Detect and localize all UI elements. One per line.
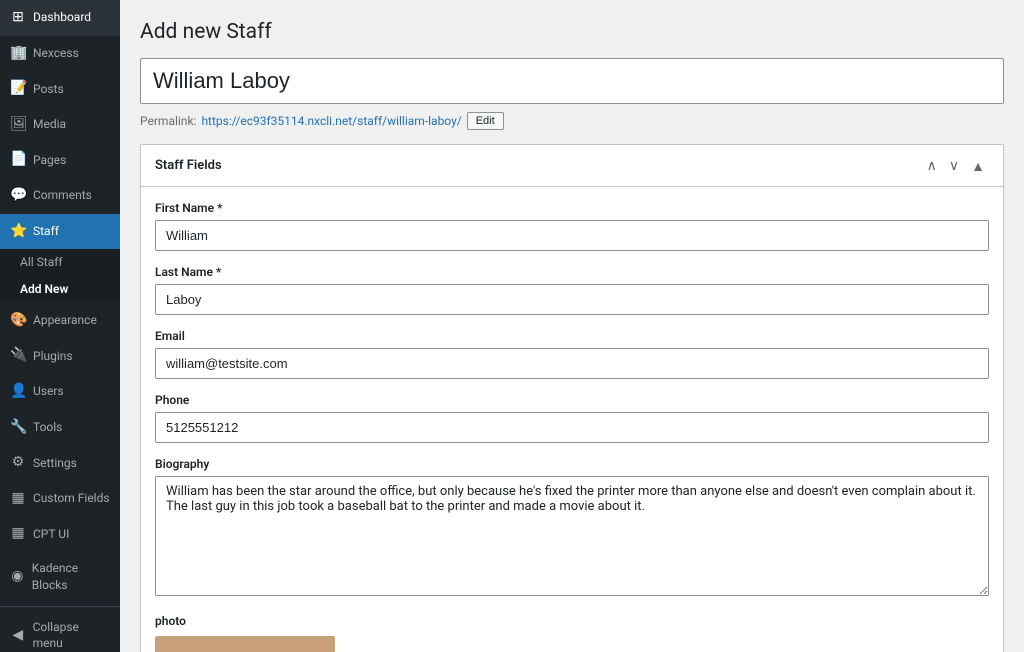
metabox-expand-button[interactable]: ▲ <box>967 156 989 176</box>
sidebar-item-label: Kadence Blocks <box>32 560 110 594</box>
metabox-body: First Name * Last Name * Email Phone <box>141 187 1003 652</box>
phone-input[interactable] <box>155 412 989 443</box>
permalink-row: Permalink: https://ec93f35114.nxcli.net/… <box>140 112 1004 130</box>
nexcess-icon: 🏢 <box>10 44 26 64</box>
sidebar-item-plugins[interactable]: 🔌 Plugins <box>0 338 120 374</box>
photo-preview[interactable] <box>155 636 335 652</box>
sidebar-item-label: Collapse menu <box>33 619 110 652</box>
email-field: Email <box>155 329 989 379</box>
sidebar-item-tools[interactable]: 🔧 Tools <box>0 410 120 446</box>
custom-fields-icon: ▦ <box>10 489 26 509</box>
staff-submenu: All Staff Add New <box>0 249 120 303</box>
last-name-label: Last Name * <box>155 265 989 279</box>
sidebar-item-label: Dashboard <box>33 9 91 26</box>
phone-label: Phone <box>155 393 989 407</box>
metabox-collapse-up-button[interactable]: ∧ <box>923 155 941 176</box>
sidebar-divider <box>0 606 120 607</box>
first-name-label: First Name * <box>155 201 989 215</box>
last-name-field: Last Name * <box>155 265 989 315</box>
photo-label: photo <box>155 614 989 628</box>
sidebar-item-settings[interactable]: ⚙ Settings <box>0 445 120 481</box>
sidebar-item-label: Tools <box>33 419 62 436</box>
first-name-input[interactable] <box>155 220 989 251</box>
metabox-controls: ∧ ∨ ▲ <box>923 155 989 176</box>
email-label: Email <box>155 329 989 343</box>
sidebar-item-label: Media <box>33 116 66 133</box>
plugins-icon: 🔌 <box>10 346 26 366</box>
photo-section: photo <box>155 614 989 652</box>
pages-icon: 📄 <box>10 150 26 170</box>
sidebar-item-comments[interactable]: 💬 Comments <box>0 178 120 214</box>
add-new-label: Add New <box>20 281 68 298</box>
metabox-collapse-down-button[interactable]: ∨ <box>945 155 963 176</box>
sidebar-item-label: Settings <box>33 455 77 472</box>
posts-icon: 📝 <box>10 79 26 99</box>
users-icon: 👤 <box>10 382 26 402</box>
sidebar: ⊞ Dashboard 🏢 Nexcess 📝 Posts 🖼 Media 📄 … <box>0 0 120 652</box>
sidebar-item-users[interactable]: 👤 Users <box>0 374 120 410</box>
sidebar-item-kadence-blocks[interactable]: ◉ Kadence Blocks <box>0 552 120 602</box>
tools-icon: 🔧 <box>10 418 26 438</box>
sidebar-item-label: Staff <box>33 223 59 240</box>
dashboard-icon: ⊞ <box>10 8 26 28</box>
permalink-link[interactable]: https://ec93f35114.nxcli.net/staff/willi… <box>201 114 461 128</box>
biography-label: Biography <box>155 457 989 471</box>
kadence-blocks-icon: ◉ <box>10 567 25 587</box>
biography-textarea[interactable]: William has been the star around the off… <box>155 476 989 596</box>
sidebar-item-label: Appearance <box>33 312 97 329</box>
sidebar-item-label: Plugins <box>33 348 73 365</box>
staff-fields-metabox: Staff Fields ∧ ∨ ▲ First Name * Last Nam… <box>140 144 1004 652</box>
sidebar-item-collapse-menu[interactable]: ◀ Collapse menu <box>0 611 120 652</box>
sidebar-item-media[interactable]: 🖼 Media <box>0 107 120 143</box>
main-content: Add new Staff Permalink: https://ec93f35… <box>120 0 1024 652</box>
metabox-header: Staff Fields ∧ ∨ ▲ <box>141 145 1003 187</box>
sidebar-item-all-staff[interactable]: All Staff <box>10 249 120 276</box>
phone-field: Phone <box>155 393 989 443</box>
metabox-title: Staff Fields <box>155 158 222 173</box>
sidebar-item-cpt-ui[interactable]: ▦ CPT UI <box>0 516 120 552</box>
sidebar-item-posts[interactable]: 📝 Posts <box>0 71 120 107</box>
sidebar-item-staff[interactable]: ⭐ Staff <box>0 214 120 250</box>
sidebar-item-add-new[interactable]: Add New <box>10 276 120 303</box>
biography-field: Biography William has been the star arou… <box>155 457 989 600</box>
first-name-field: First Name * <box>155 201 989 251</box>
collapse-icon: ◀ <box>10 626 26 646</box>
sidebar-item-nexcess[interactable]: 🏢 Nexcess <box>0 36 120 72</box>
all-staff-label: All Staff <box>20 254 63 271</box>
page-title: Add new Staff <box>140 20 1004 44</box>
content-area: Add new Staff Permalink: https://ec93f35… <box>120 0 1024 652</box>
comments-icon: 💬 <box>10 186 26 206</box>
sidebar-item-pages[interactable]: 📄 Pages <box>0 142 120 178</box>
last-name-input[interactable] <box>155 284 989 315</box>
settings-icon: ⚙ <box>10 453 26 473</box>
email-input[interactable] <box>155 348 989 379</box>
sidebar-item-label: Users <box>33 383 64 400</box>
cpt-ui-icon: ▦ <box>10 524 26 544</box>
media-icon: 🖼 <box>10 115 26 135</box>
sidebar-item-dashboard[interactable]: ⊞ Dashboard <box>0 0 120 36</box>
sidebar-item-label: Pages <box>33 152 66 169</box>
sidebar-item-label: Posts <box>33 81 64 98</box>
sidebar-item-label: Nexcess <box>33 45 79 62</box>
appearance-icon: 🎨 <box>10 311 26 331</box>
post-title-input[interactable] <box>140 58 1004 104</box>
sidebar-item-label: Custom Fields <box>33 490 110 507</box>
sidebar-item-custom-fields[interactable]: ▦ Custom Fields <box>0 481 120 517</box>
permalink-edit-button[interactable]: Edit <box>467 112 504 130</box>
sidebar-item-label: Comments <box>33 187 92 204</box>
sidebar-item-label: CPT UI <box>33 526 69 543</box>
staff-icon: ⭐ <box>10 222 26 242</box>
permalink-label: Permalink: <box>140 114 196 128</box>
sidebar-item-appearance[interactable]: 🎨 Appearance <box>0 303 120 339</box>
